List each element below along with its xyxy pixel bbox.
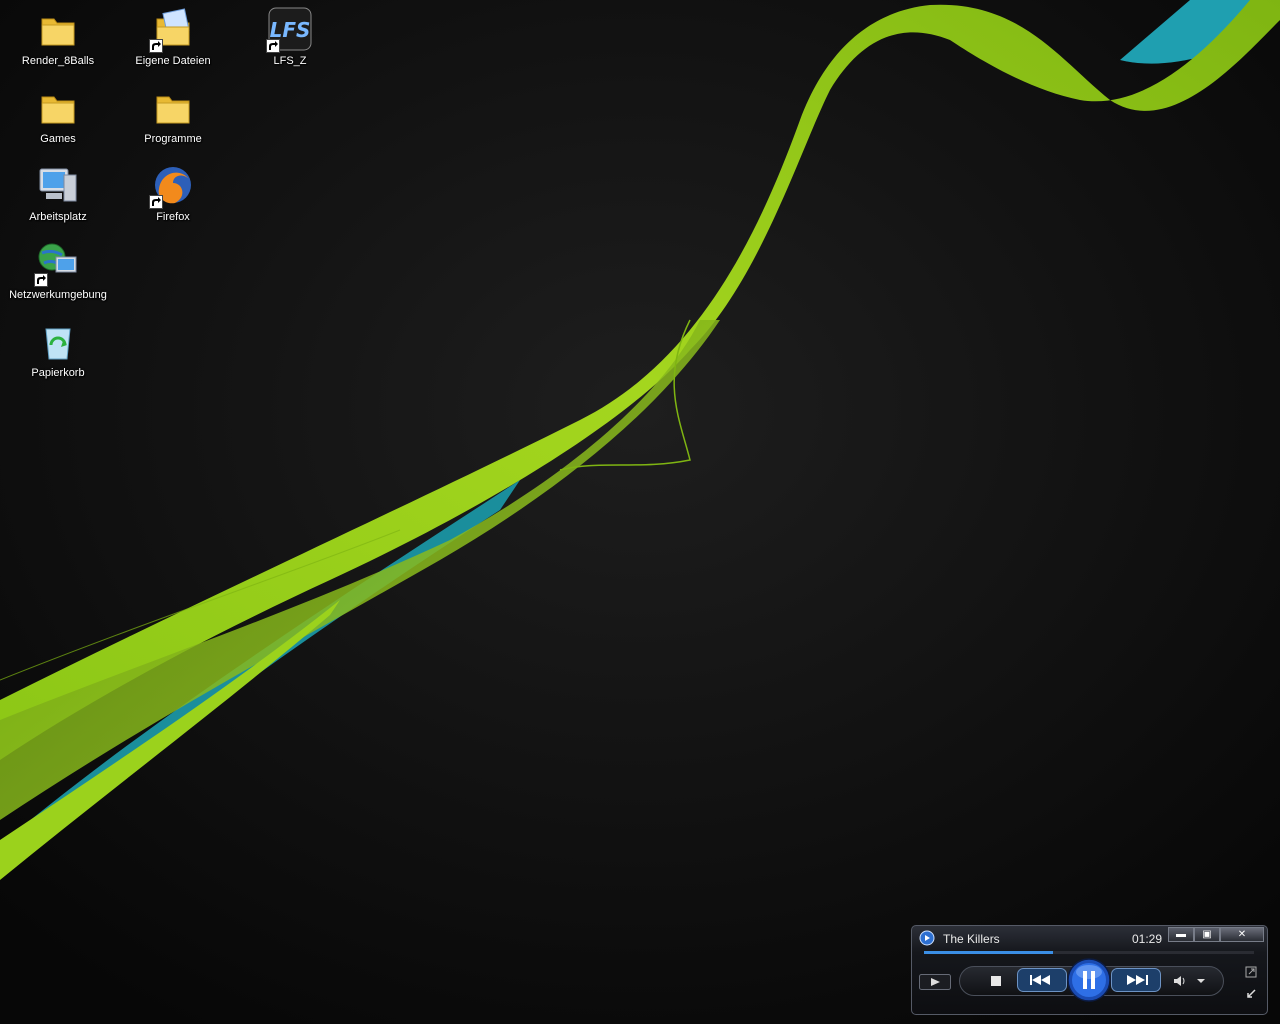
desktop-icon-label: Firefox — [156, 211, 190, 223]
minimize-icon: ▬ — [1176, 929, 1186, 940]
desktop-icon-label: Arbeitsplatz — [29, 211, 87, 223]
restore-icon: ▣ — [1202, 929, 1212, 940]
close-icon: ✕ — [1237, 929, 1247, 940]
pause-button[interactable] — [1067, 958, 1111, 1002]
seek-progress — [924, 951, 1053, 954]
desktop-icon-netzwerkumgebung[interactable]: Netzwerkumgebung — [8, 239, 108, 313]
shortcut-arrow-icon — [149, 39, 163, 53]
desktop-icon-label: Games — [40, 133, 76, 145]
desktop-icon-label: Eigene Dateien — [135, 55, 211, 67]
my-computer-icon — [34, 161, 82, 209]
desktop-icon-label: LFS_Z — [273, 55, 307, 67]
volume-icon — [1174, 976, 1185, 986]
previous-button[interactable] — [1017, 968, 1067, 992]
recycle-bin-icon — [34, 317, 82, 365]
shortcut-arrow-icon — [266, 39, 280, 53]
desktop-icon-firefox[interactable]: Firefox — [123, 161, 223, 235]
desktop-icon-papierkorb[interactable]: Papierkorb — [8, 317, 108, 391]
lfs-app-icon: LFS — [266, 5, 314, 53]
now-playing-button[interactable] — [919, 974, 951, 990]
restore-button[interactable]: ▣ — [1194, 927, 1220, 942]
switch-to-skin-icon — [1247, 989, 1256, 998]
firefox-icon — [149, 161, 197, 209]
media-player-logo-icon — [919, 930, 935, 946]
desktop-icon-arbeitsplatz[interactable]: Arbeitsplatz — [8, 161, 108, 235]
my-documents-folder-icon — [149, 5, 197, 53]
volume-dropdown-button[interactable] — [1195, 976, 1207, 986]
folder-icon — [34, 5, 82, 53]
shortcut-arrow-icon — [149, 195, 163, 209]
network-places-icon — [34, 239, 82, 287]
desktop-icon-lfs-z[interactable]: LFS LFS_Z — [240, 5, 340, 79]
close-button[interactable]: ✕ — [1220, 927, 1264, 942]
folder-icon — [34, 83, 82, 131]
switch-to-skin-button[interactable] — [1245, 988, 1257, 1000]
switch-to-library-icon — [1245, 966, 1257, 978]
minimize-button[interactable]: ▬ — [1168, 927, 1194, 942]
shortcut-arrow-icon — [34, 273, 48, 287]
folder-icon — [149, 83, 197, 131]
next-button[interactable] — [1111, 968, 1161, 992]
desktop-icon-programme[interactable]: Programme — [123, 83, 223, 157]
stop-icon — [991, 976, 1001, 986]
media-player-minimode[interactable]: The Killers 01:29 ▬ ▣ ✕ — [911, 925, 1268, 1015]
desktop-icon-render-8balls[interactable]: Render_8Balls — [8, 5, 108, 79]
volume-button[interactable] — [1172, 973, 1188, 989]
switch-to-library-button[interactable] — [1245, 966, 1257, 978]
desktop-icon-games[interactable]: Games — [8, 83, 108, 157]
stop-button[interactable] — [988, 973, 1004, 989]
desktop-icon-eigene-dateien[interactable]: Eigene Dateien — [123, 5, 223, 79]
volume-dropdown-icon — [1197, 979, 1205, 983]
seek-bar[interactable] — [924, 951, 1254, 954]
desktop-icon-label: Papierkorb — [31, 367, 85, 379]
desktop-icon-label: Programme — [144, 133, 202, 145]
elapsed-time: 01:29 — [1132, 932, 1163, 946]
track-title: The Killers — [943, 932, 1000, 946]
desktop-icon-label: Render_8Balls — [21, 55, 95, 67]
desktop-icon-label: Netzwerkumgebung — [9, 289, 107, 301]
